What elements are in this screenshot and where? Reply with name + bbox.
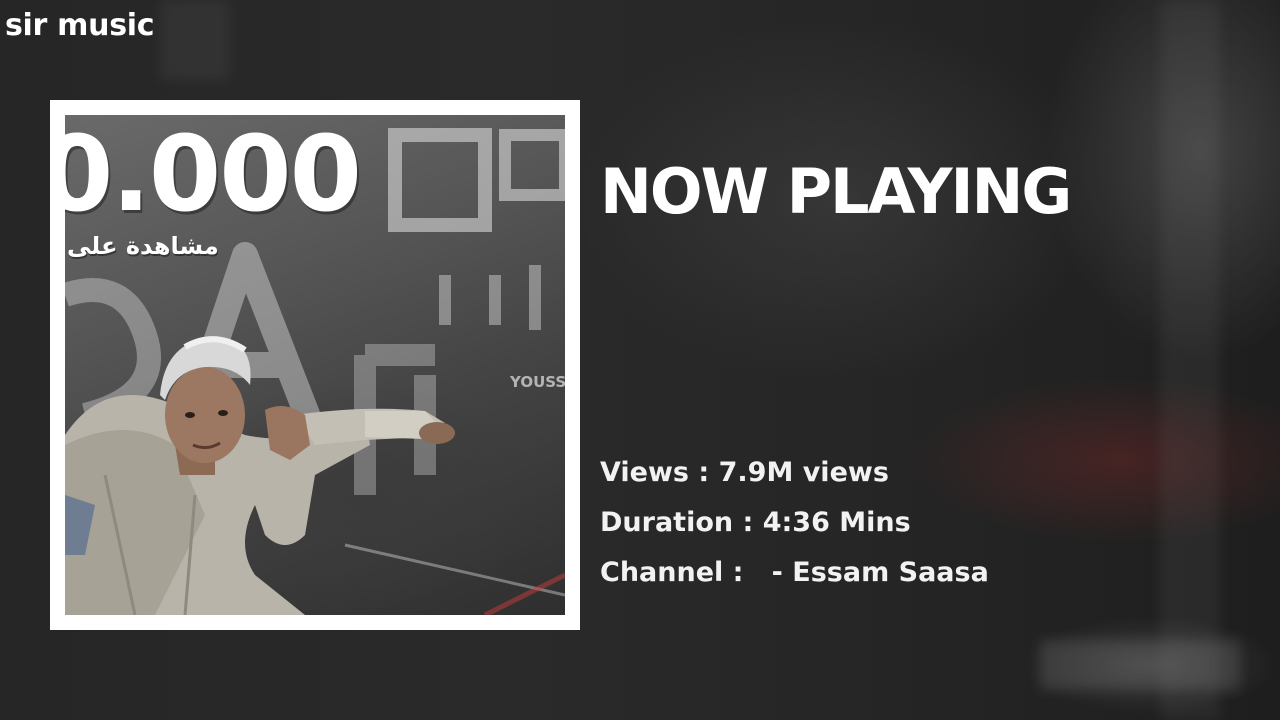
cover-arabic-text: مشاهدة على — [67, 232, 219, 260]
cover-number-text: 0.000 — [65, 115, 362, 235]
views-label: Views : — [600, 457, 719, 488]
views-value: 7.9M views — [718, 457, 889, 488]
album-art-frame: YOUSS 0.000 مشاهدة على — [50, 100, 580, 630]
duration-value: 4:36 Mins — [762, 507, 911, 538]
channel-value: - Essam Saasa — [771, 557, 989, 588]
duration-row: Duration : 4:36 Mins — [600, 498, 989, 548]
now-playing-screen: sir music YOUSS 0.000 مشاهدة على NOW PLA… — [0, 0, 1280, 720]
track-details: Views : 7.9M views Duration : 4:36 Mins … — [600, 448, 989, 598]
now-playing-heading: NOW PLAYING — [600, 155, 1072, 228]
svg-text:YOUSS: YOUSS — [509, 373, 565, 391]
channel-label: Channel : — [600, 557, 772, 588]
album-art: YOUSS 0.000 مشاهدة على — [65, 115, 565, 615]
brand-title: sir music — [5, 8, 155, 43]
views-row: Views : 7.9M views — [600, 448, 989, 498]
channel-row: Channel : - Essam Saasa — [600, 548, 989, 598]
duration-label: Duration : — [600, 507, 763, 538]
